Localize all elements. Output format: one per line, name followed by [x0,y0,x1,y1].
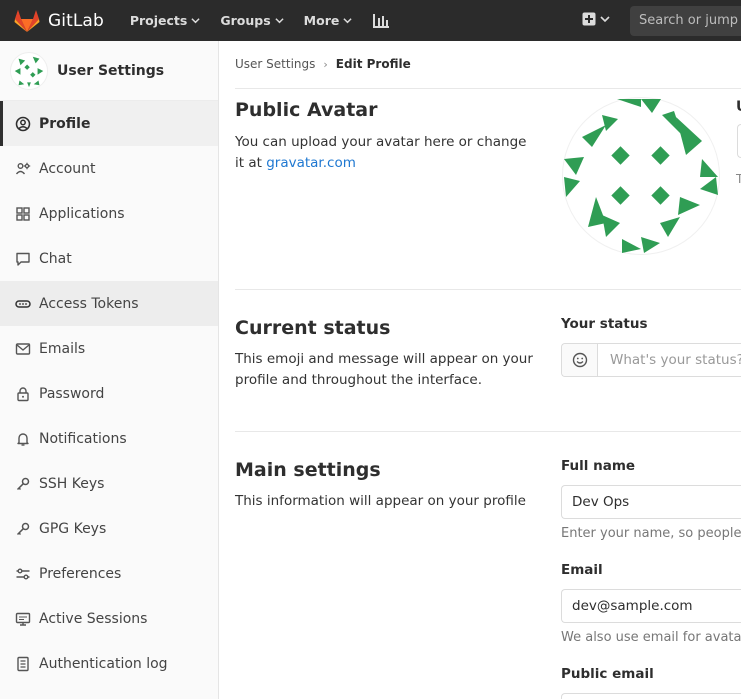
sidebar-item-label: Notifications [39,430,127,447]
chevron-down-icon [275,18,284,24]
sidebar-item-emails[interactable]: Emails [0,326,218,371]
chat-icon [16,252,30,266]
sidebar-header[interactable]: User Settings [0,41,218,101]
sidebar-item-profile[interactable]: Profile [0,101,218,146]
nav-groups-label: Groups [220,13,271,28]
monitor-icon [15,612,31,626]
account-icon [15,162,31,174]
sidebar-item-ssh-keys[interactable]: SSH Keys [0,461,218,506]
activity-chart-icon[interactable] [372,13,390,29]
section-divider [235,289,741,290]
choose-file-button[interactable] [737,124,741,158]
avatar-identicon [562,97,720,255]
breadcrumb-current: Edit Profile [335,57,411,71]
avatar-section-description: You can upload your avatar here or chang… [235,132,535,174]
sidebar-item-label: Chat [39,250,72,267]
full-name-label: Full name [561,458,636,474]
sidebar-item-applications[interactable]: Applications [0,191,218,236]
section-divider [235,431,741,432]
nav-more-label: More [303,13,340,28]
sidebar-item-authentication-log[interactable]: Authentication log [0,641,218,686]
nav-projects[interactable]: Projects [130,13,201,28]
sidebar-item-label: Profile [39,115,91,132]
sidebar-item-label: GPG Keys [39,520,107,537]
sidebar-item-label: Account [39,160,96,177]
status-section-title: Current status [235,317,391,339]
breadcrumb: User Settings › Edit Profile [235,57,411,71]
token-icon [15,299,31,308]
sidebar-item-preferences[interactable]: Preferences [0,551,218,596]
email-help: We also use email for avatar detection i… [561,630,741,645]
emoji-picker-button[interactable] [562,344,598,376]
sidebar-item-gpg-keys[interactable]: GPG Keys [0,506,218,551]
search-input[interactable]: Search or jump to… [630,6,741,36]
nav-more[interactable]: More [304,13,353,28]
smiley-icon [572,352,587,368]
sidebar-item-account[interactable]: Account [0,146,218,191]
main-settings-title: Main settings [235,459,381,481]
full-name-input[interactable]: Dev Ops [561,485,741,519]
profile-icon [15,116,31,131]
avatar-section-title: Public Avatar [235,99,378,121]
sidebar-item-label: Access Tokens [39,295,139,312]
public-email-select[interactable] [561,693,741,699]
upload-avatar-label: U [736,99,741,115]
sidebar-item-label: Active Sessions [39,610,148,627]
settings-sidebar: User Settings Profile Account Applicatio… [0,41,219,699]
sidebar-item-label: Emails [39,340,86,357]
sidebar-item-label: SSH Keys [39,475,105,492]
sidebar-title: User Settings [57,62,165,79]
top-navbar: GitLab Projects Groups More Search or ju… [0,0,741,41]
main-settings-description: This information will appear on your pro… [235,493,526,509]
public-email-label: Public email [561,666,654,682]
bell-icon [17,432,29,446]
gitlab-logo-icon [14,9,40,32]
sidebar-item-label: Password [39,385,105,402]
key-icon [16,522,30,535]
plus-square-icon [582,12,596,26]
chevron-down-icon [191,18,200,24]
sidebar-item-label: Applications [39,205,125,222]
breadcrumb-parent[interactable]: User Settings [235,57,315,71]
full-name-help: Enter your name, so people you know can … [561,526,741,541]
user-avatar [10,51,48,90]
sidebar-item-chat[interactable]: Chat [0,236,218,281]
breadcrumb-divider [235,88,741,89]
sidebar-item-access-tokens[interactable]: Access Tokens [0,281,218,326]
sidebar-item-password[interactable]: Password [0,371,218,416]
sidebar-item-label: Authentication log [39,655,168,672]
preferences-icon [16,568,30,579]
status-message-input[interactable]: What's your status? [598,344,741,376]
chevron-down-icon [343,18,352,24]
log-icon [17,656,29,671]
lock-icon [17,386,29,401]
sidebar-item-notifications[interactable]: Notifications [0,416,218,461]
sidebar-item-label: Preferences [39,565,122,582]
gravatar-link[interactable]: gravatar.com [266,155,356,171]
status-section-description: This emoji and message will appear on yo… [235,351,533,388]
chevron-down-icon [600,16,610,23]
main-content: User Settings › Edit Profile Public Avat… [219,41,741,699]
key-icon [16,477,30,490]
brand-name: GitLab [48,10,104,31]
status-input-group: What's your status? [561,343,741,377]
sidebar-item-active-sessions[interactable]: Active Sessions [0,596,218,641]
new-item-dropdown[interactable] [582,12,610,26]
applications-icon [16,206,30,221]
nav-projects-label: Projects [129,13,188,28]
gitlab-home-link[interactable]: GitLab [14,9,104,33]
email-input[interactable]: dev@sample.com [561,589,741,623]
breadcrumb-separator: › [323,57,328,71]
avatar-help-text: T [736,172,741,186]
your-status-label: Your status [561,316,648,332]
nav-groups[interactable]: Groups [220,13,284,28]
email-icon [15,342,31,355]
email-label: Email [561,562,603,578]
